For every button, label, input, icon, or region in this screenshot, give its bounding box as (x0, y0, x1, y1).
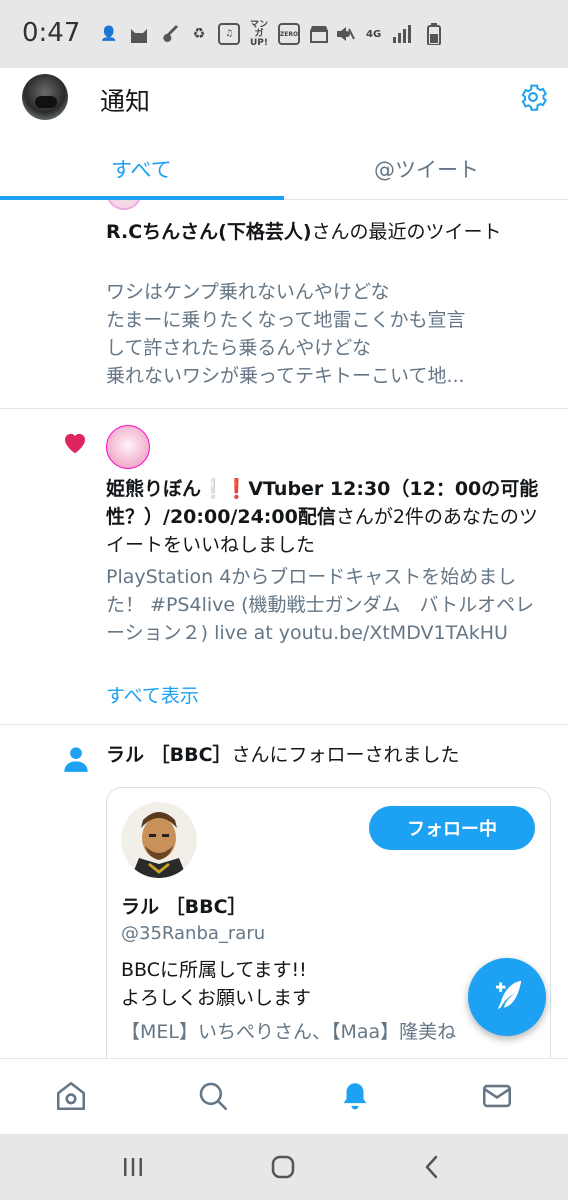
card-avatar-art (121, 802, 197, 878)
notification-text: 姫熊りぼん❕❗VTuber 12:30（12：00の可能性？）/20:00/24… (106, 475, 546, 559)
signal-icon (391, 23, 413, 45)
recycle-icon: ♻ (192, 26, 206, 42)
quote-line: ワシはケンプ乗れないんやけどな (106, 281, 390, 303)
tweet-quote[interactable]: ワシはケンプ乗れないんやけどな たまーに乗りたくなって地雷こくかも宣言 して許さ… (106, 278, 546, 390)
user-marks: ❕❗ (201, 478, 249, 500)
cat-icon (128, 23, 150, 45)
quote-line: して許されたら乗るんやけどな (106, 337, 372, 359)
bottom-nav (0, 1058, 568, 1134)
person-icon (62, 745, 90, 773)
bio-line: よろしくお願いします (121, 987, 312, 1009)
status-bar: 0:47 👤 ♻ ♫ マンガ UP! ZERO 4G (0, 0, 568, 68)
following-button[interactable]: フォロー中 (369, 806, 535, 850)
notification-text: ラル ［BBC］さんにフォローされました (106, 741, 546, 769)
gear-icon[interactable] (516, 80, 550, 114)
notification-suffix: さんの最近のツイート (311, 221, 502, 243)
mail-icon[interactable] (480, 1079, 514, 1113)
user-avatar[interactable] (106, 425, 150, 469)
compose-tweet-button[interactable] (468, 958, 546, 1036)
home-icon[interactable] (54, 1079, 88, 1113)
store-icon (308, 23, 330, 45)
notification-item[interactable]: R.Cちんさん(下格芸人)さんの最近のツイート ワシはケンプ乗れないんやけどな … (0, 200, 568, 409)
search-icon[interactable] (196, 1079, 230, 1113)
user-name[interactable]: R.Cちんさん(下格芸人) (106, 221, 312, 243)
tweet-quote[interactable]: PlayStation 4からブロードキャストを始めました！ #PS4live … (106, 563, 546, 647)
heart-icon (60, 427, 90, 457)
user-avatar[interactable] (106, 200, 142, 210)
avatar-mask (35, 96, 57, 108)
status-time: 0:47 (22, 18, 81, 48)
system-nav (0, 1134, 568, 1200)
notification-feed[interactable]: R.Cちんさん(下格芸人)さんの最近のツイート ワシはケンプ乗れないんやけどな … (0, 200, 568, 1058)
user-name[interactable]: 姫熊りぼん (106, 478, 201, 500)
user-name[interactable]: ラル ［BBC］ (106, 744, 232, 766)
guitar-icon (158, 23, 180, 45)
card-bio: BBCに所属してます!! よろしくお願いします (121, 956, 311, 1012)
network-label: 4G (366, 28, 382, 40)
profile-avatar[interactable] (22, 74, 68, 120)
home-circle-icon[interactable] (268, 1152, 298, 1182)
zero-icon: ZERO (278, 23, 300, 45)
tab-mentions[interactable]: @ツイート (374, 154, 479, 184)
status-notification-icons: 👤 ♻ ♫ マンガ UP! ZERO (98, 20, 350, 48)
card-handle: @35Ranba_raru (121, 923, 266, 944)
quote-line: 乗れないワシが乗ってテキトーこいて地... (106, 365, 465, 387)
user-add-icon: 👤 (100, 26, 118, 42)
page-title: 通知 (100, 87, 151, 116)
music-icon: ♫ (218, 23, 240, 45)
tab-bar: すべて @ツイート (0, 144, 568, 200)
manga-up-icon: マンガ UP! (249, 19, 268, 48)
notification-suffix: さんにフォローされました (231, 744, 460, 766)
card-avatar[interactable] (121, 802, 197, 878)
notification-text: R.Cちんさん(下格芸人)さんの最近のツイート (106, 218, 546, 246)
bell-icon[interactable] (338, 1079, 372, 1113)
battery-icon (423, 23, 445, 45)
quote-line: たまーに乗りたくなって地雷こくかも宣言 (106, 309, 466, 331)
status-system-icons: 4G (334, 20, 445, 48)
back-icon[interactable] (418, 1152, 448, 1182)
app-header: 通知 すべて @ツイート (0, 68, 568, 200)
notification-item[interactable]: 姫熊りぼん❕❗VTuber 12:30（12：00の可能性？）/20:00/24… (0, 409, 568, 725)
bio-line: BBCに所属してます!! (121, 959, 307, 981)
show-all-link[interactable]: すべて表示 (106, 681, 199, 708)
mute-icon (334, 23, 356, 45)
recent-apps-icon[interactable] (118, 1152, 148, 1182)
tab-all[interactable]: すべて (111, 154, 172, 184)
card-name[interactable]: ラル ［BBC］ (121, 892, 247, 919)
compose-tweet-icon (488, 976, 526, 1018)
screen: 0:47 👤 ♻ ♫ マンガ UP! ZERO 4G 通知 すべて @ツイート … (0, 0, 568, 1200)
